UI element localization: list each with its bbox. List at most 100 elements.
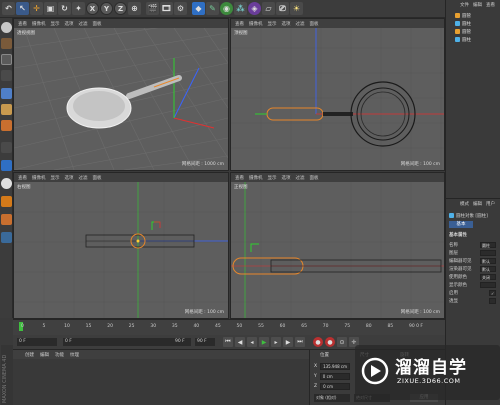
viewport-menu-options[interactable]: 选项 [65,21,74,27]
coordinate-system-icon[interactable]: ⊕ [128,2,141,15]
viewport-menu-cameras[interactable]: 摄像机 [32,175,46,181]
viewport-menu-display[interactable]: 显示 [51,175,60,181]
lock-z-axis-button[interactable]: Z [114,2,127,15]
edges-mode-icon[interactable] [1,104,12,115]
display-color-swatch[interactable] [480,281,496,288]
viewport-top[interactable]: 查看 摄像机 显示 选项 过滤 面板 顶视图 网格间距 : 100 cm [230,18,445,171]
viewport-menu-cameras[interactable]: 摄像机 [32,21,46,27]
undo-icon[interactable]: ↶ [2,2,15,15]
viewport-menu-options[interactable]: 选项 [65,175,74,181]
rotate-icon[interactable]: ↻ [58,2,71,15]
axis-mode-icon[interactable] [1,142,12,153]
workplane-icon[interactable] [1,54,12,65]
viewport-menu-panel[interactable]: 面板 [93,21,102,27]
viewport-menu-cameras[interactable]: 摄像机 [249,175,263,181]
lock-x-axis-button[interactable]: X [86,2,99,15]
pen-spline-icon[interactable]: ✎ [206,2,219,15]
viewport-menu-filter[interactable]: 过滤 [79,175,88,181]
use-color-select[interactable]: 关闭 [480,273,496,280]
solo-icon[interactable] [1,196,12,207]
viewport-menu-view[interactable]: 查看 [18,21,27,27]
planar-workplane-icon[interactable] [1,232,12,243]
object-row[interactable]: 圆管 [455,12,471,19]
timeline-ruler[interactable]: 0 5 10 15 20 25 30 35 40 45 50 55 60 65 70 75 80 85 90 0 F [13,319,445,335]
start-frame-field[interactable]: 0 F [63,338,183,346]
viewport-menu-display[interactable]: 显示 [268,175,277,181]
attr-menu-user[interactable]: 用户 [486,201,495,207]
material-manager[interactable]: 创建 编辑 功能 纹理 [13,349,309,405]
snap-icon[interactable] [1,178,12,189]
xray-checkbox[interactable] [489,297,496,304]
render-view-icon[interactable]: 🎬 [146,2,159,15]
viewport-menu-filter[interactable]: 过滤 [296,21,305,27]
viewport-menu-display[interactable]: 显示 [268,21,277,27]
om-menu-file[interactable]: 文件 [460,2,469,8]
viewport-menu-panel[interactable]: 面板 [93,175,102,181]
material-menu-edit[interactable]: 编辑 [40,352,49,358]
scale-icon[interactable]: ▣ [44,2,57,15]
light-icon[interactable]: ☀ [290,2,303,15]
viewport-menu-filter[interactable]: 过滤 [79,21,88,27]
material-menu-function[interactable]: 功能 [55,352,64,358]
move-icon[interactable]: ✛ [30,2,43,15]
coord-mode-select[interactable]: 对象 (相对) [314,394,350,402]
om-menu-edit[interactable]: 编辑 [473,2,482,8]
viewport-menu-cameras[interactable]: 摄像机 [249,21,263,27]
viewport-front[interactable]: 查看 摄像机 显示 选项 过滤 面板 正视图 网格间距 : 100 cm [230,172,445,319]
autokey-icon[interactable]: ● [325,337,335,347]
lock-y-axis-button[interactable]: Y [100,2,113,15]
viewport-menu-options[interactable]: 选项 [282,21,291,27]
play-icon[interactable]: ▶ [259,337,269,347]
previous-key-icon[interactable]: ◀ [235,337,245,347]
enabled-checkbox[interactable]: ✓ [489,289,496,296]
cube-primitive-icon[interactable]: ◆ [192,2,205,15]
current-frame-field[interactable]: 0 F [17,338,57,346]
subdivision-surface-icon[interactable]: ◉ [220,2,233,15]
render-picture-viewer-icon[interactable]: 🎞 [160,2,173,15]
viewport-menu-view[interactable]: 查看 [235,175,244,181]
render-visible-select[interactable]: 默认 [480,265,496,272]
model-mode-icon[interactable] [1,70,12,81]
viewport-perspective[interactable]: 查看 摄像机 显示 选项 过滤 面板 透视视图 网格间距 : 1000 cm [13,18,229,171]
tab-basic[interactable]: 基本 [449,221,473,228]
z-position-field[interactable]: 0 cm [320,382,351,390]
recent-tools-icon[interactable]: ✦ [72,2,85,15]
object-row[interactable]: 圆柱 [455,36,471,43]
next-key-icon[interactable]: ▶ [283,337,293,347]
attr-menu-edit[interactable]: 编辑 [473,201,482,207]
viewport-menu-view[interactable]: 查看 [235,21,244,27]
material-menu-texture[interactable]: 纹理 [70,352,79,358]
object-row[interactable]: 圆管 [455,28,471,35]
viewport-menu-options[interactable]: 选项 [282,175,291,181]
attr-menu-mode[interactable]: 模式 [460,201,469,207]
deformer-icon[interactable]: ◈ [248,2,261,15]
keyframe-selection-icon[interactable]: ⊙ [337,337,347,347]
editor-visible-select[interactable]: 默认 [480,257,496,264]
camera-icon[interactable]: ⎚ [276,2,289,15]
polygons-mode-icon[interactable] [1,120,12,131]
object-row[interactable]: 圆柱 [455,20,471,27]
tweak-mode-icon[interactable] [1,160,12,171]
viewport-right[interactable]: 查看 摄像机 显示 选项 过滤 面板 右视图 网格间距 : 100 cm [13,172,229,319]
lock-workplane-icon[interactable] [1,214,12,225]
previous-frame-icon[interactable]: ◂ [247,337,257,347]
name-field[interactable]: 圆柱 [480,241,496,248]
end-frame-field[interactable]: 90 F [173,338,191,346]
viewport-menu-view[interactable]: 查看 [18,175,27,181]
viewport-menu-panel[interactable]: 面板 [310,175,319,181]
layer-field[interactable] [480,249,496,256]
record-active-objects-icon[interactable]: ● [313,337,323,347]
go-to-end-icon[interactable]: ⏭ [295,337,305,347]
texture-mode-icon[interactable] [1,38,12,49]
max-frame-field[interactable]: 90 F [195,338,215,346]
points-mode-icon[interactable] [1,88,12,99]
edit-render-settings-icon[interactable]: ⚙ [174,2,187,15]
array-icon[interactable]: ⁂ [234,2,247,15]
viewport-menu-filter[interactable]: 过滤 [296,175,305,181]
make-editable-icon[interactable] [1,22,12,33]
material-menu-create[interactable]: 创建 [25,352,34,358]
viewport-menu-panel[interactable]: 面板 [310,21,319,27]
x-position-field[interactable]: 135.948 cm [320,362,351,370]
next-frame-icon[interactable]: ▸ [271,337,281,347]
floor-icon[interactable]: ▱ [262,2,275,15]
